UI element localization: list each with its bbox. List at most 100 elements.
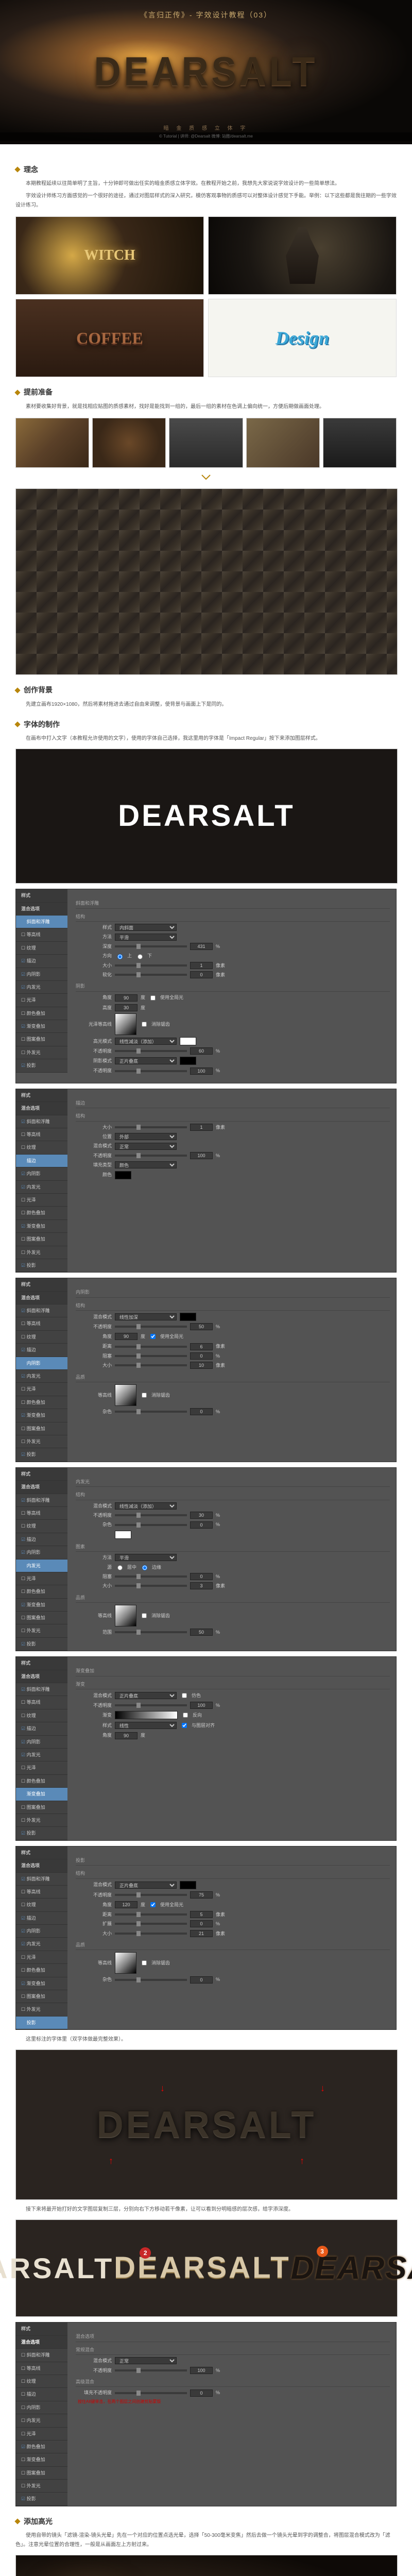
- size-slider[interactable]: [115, 1126, 187, 1128]
- blend-select[interactable]: 正常: [115, 2357, 177, 2364]
- tab-drop-shadow[interactable]: 投影: [16, 1059, 67, 1072]
- tab-stroke[interactable]: 描边: [16, 2388, 67, 2401]
- tab-texture[interactable]: 纹理: [16, 1709, 67, 1722]
- dither-check[interactable]: [182, 1693, 187, 1698]
- depth-input[interactable]: [190, 943, 213, 950]
- tab-contour[interactable]: 等高线: [16, 2362, 67, 2375]
- tab-satin[interactable]: 光泽: [16, 1572, 67, 1585]
- color-swatch[interactable]: [180, 1881, 196, 1889]
- global-check[interactable]: [150, 1902, 156, 1907]
- tab-inner-glow[interactable]: 内发光: [16, 1749, 67, 1761]
- soften-input[interactable]: [190, 971, 213, 978]
- contour-picker[interactable]: [115, 1013, 136, 1035]
- size-slider[interactable]: [115, 1364, 187, 1366]
- noise-slider[interactable]: [115, 1411, 187, 1413]
- tab-pat-overlay[interactable]: 图案叠加: [16, 1233, 67, 1246]
- opacity-input[interactable]: [190, 1067, 213, 1075]
- distance-slider[interactable]: [115, 1913, 187, 1916]
- tab-inner-glow[interactable]: 内发光: [16, 1370, 67, 1383]
- tab-inner-shadow[interactable]: 内阴影: [16, 1357, 67, 1370]
- tab-satin[interactable]: 光泽: [16, 1383, 67, 1396]
- tab-drop-shadow[interactable]: 投影: [16, 2016, 67, 2029]
- tab-outer-glow[interactable]: 外发光: [16, 1814, 67, 1827]
- tab-texture[interactable]: 纹理: [16, 1331, 67, 1344]
- global-light-check[interactable]: [150, 995, 156, 1001]
- fill-input[interactable]: [190, 2389, 213, 2397]
- tab-drop-shadow[interactable]: 投影: [16, 1638, 67, 1651]
- tab-texture[interactable]: 纹理: [16, 1141, 67, 1154]
- opacity-slider[interactable]: [115, 1894, 187, 1896]
- tab-blend[interactable]: 混合选项: [16, 2336, 67, 2349]
- tab-color-overlay[interactable]: 颜色叠加: [16, 1207, 67, 1219]
- opacity-input[interactable]: [190, 1702, 213, 1709]
- reverse-check[interactable]: [183, 1713, 188, 1718]
- tab-stroke[interactable]: 描边: [16, 1155, 67, 1167]
- tab-color-overlay[interactable]: 颜色叠加: [16, 1007, 67, 1020]
- soften-slider[interactable]: [115, 974, 187, 976]
- tab-texture[interactable]: 纹理: [16, 1520, 67, 1533]
- tech-select[interactable]: 平滑: [115, 1554, 177, 1561]
- size-input[interactable]: [190, 1124, 213, 1131]
- tab-bevel[interactable]: 斜面和浮雕: [16, 1494, 67, 1507]
- src-center-radio[interactable]: [117, 1565, 123, 1570]
- tab-satin[interactable]: 光泽: [16, 994, 67, 1007]
- tab-contour[interactable]: 等高线: [16, 928, 67, 941]
- tab-satin[interactable]: 光泽: [16, 1951, 67, 1964]
- blend-select[interactable]: 线性加深: [115, 1313, 177, 1320]
- src-edge-radio[interactable]: [142, 1565, 147, 1570]
- opacity-input[interactable]: [190, 1891, 213, 1899]
- glow-color[interactable]: [115, 1531, 131, 1539]
- tab-blend[interactable]: 混合选项: [16, 1859, 67, 1872]
- range-slider[interactable]: [115, 1631, 187, 1633]
- tab-grad-overlay[interactable]: 渐变叠加: [16, 1020, 67, 1033]
- opacity-slider[interactable]: [115, 2369, 187, 2371]
- noise-slider[interactable]: [115, 1524, 187, 1526]
- distance-input[interactable]: [190, 1343, 213, 1350]
- global-check[interactable]: [150, 1334, 156, 1339]
- tab-pat-overlay[interactable]: 图案叠加: [16, 1990, 67, 2003]
- spread-slider[interactable]: [115, 1923, 187, 1925]
- noise-slider[interactable]: [115, 1979, 187, 1981]
- dir-up-radio[interactable]: [117, 954, 123, 959]
- fill-slider[interactable]: [115, 2392, 187, 2394]
- tab-drop-shadow[interactable]: 投影: [16, 2493, 67, 2505]
- tab-bevel[interactable]: 斜面和浮雕: [16, 916, 67, 928]
- tab-stroke[interactable]: 描边: [16, 1533, 67, 1546]
- tab-pat-overlay[interactable]: 图案叠加: [16, 1801, 67, 1814]
- tab-inner-shadow[interactable]: 内阴影: [16, 1736, 67, 1749]
- align-check[interactable]: [182, 1723, 187, 1728]
- contour-picker[interactable]: [115, 1952, 136, 1974]
- shadow-color[interactable]: [180, 1057, 196, 1065]
- antialias-check[interactable]: [142, 1022, 147, 1027]
- opacity-slider[interactable]: [115, 1326, 187, 1328]
- tab-blend[interactable]: 混合选项: [16, 903, 67, 916]
- tab-inner-glow[interactable]: 内发光: [16, 1181, 67, 1194]
- tab-color-overlay[interactable]: 颜色叠加: [16, 1775, 67, 1788]
- tab-inner-glow[interactable]: 内发光: [16, 981, 67, 994]
- tab-bevel[interactable]: 斜面和浮雕: [16, 2349, 67, 2362]
- tab-inner-shadow[interactable]: 内阴影: [16, 1546, 67, 1559]
- contour-picker[interactable]: [115, 1605, 136, 1626]
- opacity-slider[interactable]: [115, 1514, 187, 1516]
- noise-input[interactable]: [190, 1408, 213, 1415]
- antialias-check[interactable]: [142, 1960, 147, 1965]
- tab-blend[interactable]: 混合选项: [16, 1102, 67, 1115]
- antialias-check[interactable]: [142, 1613, 147, 1618]
- tab-inner-shadow[interactable]: 内阴影: [16, 1167, 67, 1180]
- dir-down-radio[interactable]: [138, 954, 143, 959]
- opacity-input[interactable]: [190, 1152, 213, 1159]
- noise-input[interactable]: [190, 1521, 213, 1529]
- tab-inner-glow[interactable]: 内发光: [16, 1560, 67, 1572]
- tab-outer-glow[interactable]: 外发光: [16, 2003, 67, 2016]
- noise-input[interactable]: [190, 1976, 213, 1984]
- size-slider[interactable]: [115, 964, 187, 967]
- tab-color-overlay[interactable]: 颜色叠加: [16, 1964, 67, 1977]
- contour-picker[interactable]: [115, 1384, 136, 1406]
- tab-satin[interactable]: 光泽: [16, 2428, 67, 2441]
- highlight-mode-select[interactable]: 线性减淡（添加）: [115, 1038, 177, 1045]
- tab-contour[interactable]: 等高线: [16, 1886, 67, 1899]
- angle-input[interactable]: [115, 1901, 138, 1908]
- tab-outer-glow[interactable]: 外发光: [16, 1046, 67, 1059]
- tab-grad-overlay[interactable]: 渐变叠加: [16, 2453, 67, 2466]
- opacity-input[interactable]: [190, 1047, 213, 1055]
